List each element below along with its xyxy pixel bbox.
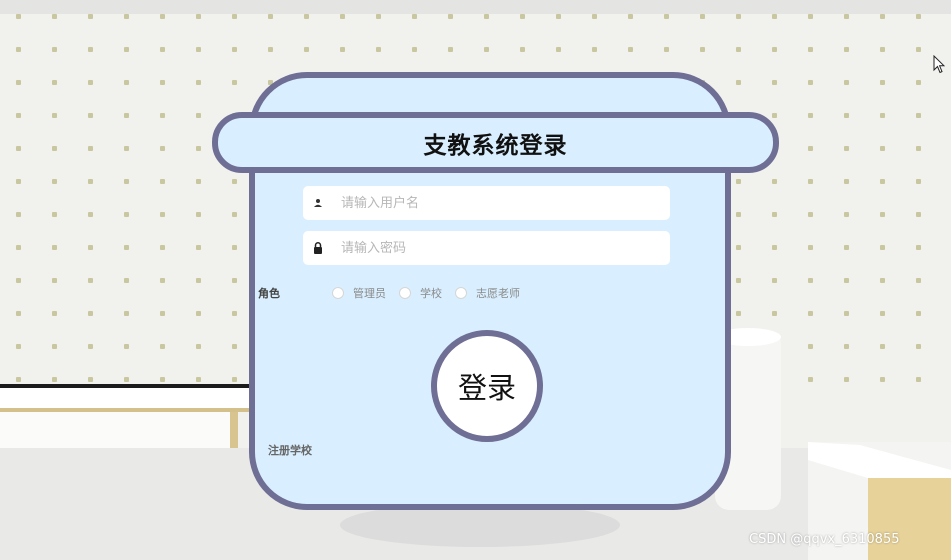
role-option-label: 管理员 xyxy=(353,287,386,300)
mouse-cursor-icon xyxy=(933,55,945,74)
role-radio-school[interactable]: 学校 xyxy=(399,285,442,301)
username-input[interactable] xyxy=(341,186,661,220)
role-option-label: 志愿老师 xyxy=(476,287,520,300)
register-school-link[interactable]: 注册学校 xyxy=(268,442,312,458)
login-page: 支教系统登录 角色 管理员 学校 志愿老师 登录 注册学校 CSDN @qqvx… xyxy=(0,0,951,560)
radio-circle[interactable] xyxy=(399,287,411,299)
username-field[interactable] xyxy=(303,186,670,220)
password-field[interactable] xyxy=(303,231,670,265)
role-option-label: 学校 xyxy=(420,287,442,300)
watermark: CSDN @qqvx_6310855 xyxy=(749,532,900,547)
radio-circle[interactable] xyxy=(455,287,467,299)
user-icon xyxy=(314,199,322,207)
login-button-label: 登录 xyxy=(457,371,516,405)
role-label: 角色 xyxy=(258,287,280,300)
title-banner: 支教系统登录 xyxy=(212,112,779,173)
role-radio-admin[interactable]: 管理员 xyxy=(332,285,386,301)
login-button[interactable]: 登录 xyxy=(431,330,543,442)
password-input[interactable] xyxy=(341,231,661,265)
lock-icon xyxy=(314,242,322,254)
page-title: 支教系统登录 xyxy=(423,132,568,159)
role-radio-volunteer-teacher[interactable]: 志愿老师 xyxy=(455,285,520,301)
radio-circle[interactable] xyxy=(332,287,344,299)
